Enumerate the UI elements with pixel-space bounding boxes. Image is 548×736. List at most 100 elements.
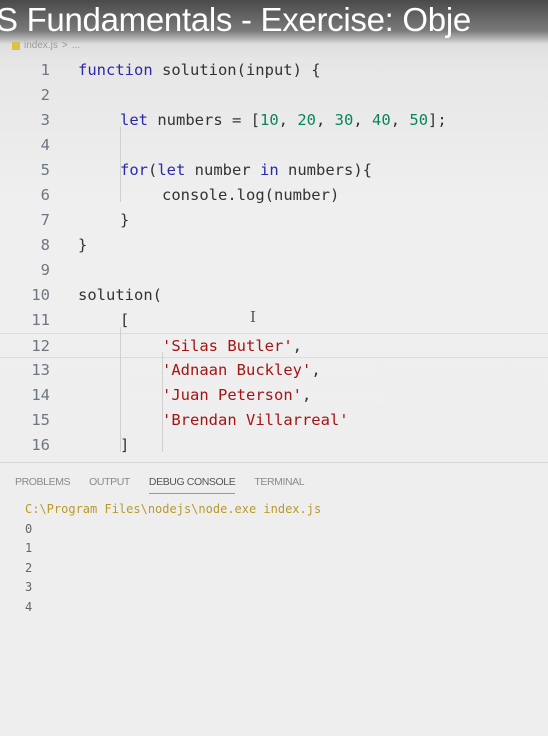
code-token-pl: , xyxy=(311,361,321,379)
code-editor[interactable]: 1 function solution(input) { 2 3 let numbers… xyxy=(0,58,548,458)
code-line[interactable]: 3 let numbers = [10, 20, 30, 40, 50]; xyxy=(0,108,548,133)
code-token-pl: console.log(number) xyxy=(162,186,340,204)
code-text: for(let number in numbers){ xyxy=(120,158,372,183)
tab-problems[interactable]: PROBLEMS xyxy=(15,476,71,494)
code-token-kw: let xyxy=(157,161,186,179)
code-token-pl: , xyxy=(278,111,298,129)
video-title-bar: S Fundamentals - Exercise: Obje xyxy=(0,0,548,44)
code-line[interactable]: 5 for(let number in numbers){ xyxy=(0,158,548,183)
line-number: 15 xyxy=(31,411,50,429)
video-title: S Fundamentals - Exercise: Obje xyxy=(0,1,471,38)
code-token-pl: } xyxy=(120,211,130,229)
code-token-kw: function xyxy=(78,61,153,79)
code-token-pl: numbers = [ xyxy=(148,111,260,129)
code-token-str: 'Brendan Villarreal' xyxy=(162,411,349,429)
code-text: [ xyxy=(120,308,129,333)
console-output-line: 2 xyxy=(25,560,33,575)
code-line[interactable]: 14 'Juan Peterson', xyxy=(0,383,548,408)
line-number: 2 xyxy=(40,86,50,104)
line-number: 6 xyxy=(40,186,50,204)
breadcrumb[interactable]: index.js > ... xyxy=(12,40,80,51)
code-token-pl: ]; xyxy=(428,111,447,129)
line-number: 12 xyxy=(31,337,50,355)
code-line[interactable]: 13 'Adnaan Buckley', xyxy=(0,358,548,383)
code-token-pl: solution(input) { xyxy=(152,61,321,79)
console-output-line: 0 xyxy=(25,521,33,536)
panel-tabs: PROBLEMS OUTPUT DEBUG CONSOLE TERMINAL xyxy=(15,476,305,494)
code-text: 'Juan Peterson', xyxy=(162,383,311,408)
console-output-line: 3 xyxy=(25,580,33,594)
code-text: } xyxy=(120,208,129,233)
indent-guide xyxy=(162,352,163,452)
line-number: 7 xyxy=(40,211,50,229)
code-line[interactable]: 9 xyxy=(0,258,548,283)
code-token-pl: } xyxy=(78,236,88,254)
text-cursor-icon: I xyxy=(250,308,256,326)
breadcrumb-file[interactable]: index.js xyxy=(24,40,58,51)
tab-terminal[interactable]: TERMINAL xyxy=(254,476,304,494)
code-text: let numbers = [10, 20, 30, 40, 50]; xyxy=(120,108,447,133)
line-number: 1 xyxy=(40,61,50,79)
code-token-num: 20 xyxy=(297,111,316,129)
code-text: console.log(number) xyxy=(162,183,339,208)
line-number: 13 xyxy=(31,361,50,379)
line-number: 16 xyxy=(31,436,50,454)
code-token-pl: , xyxy=(316,111,335,129)
line-number: 14 xyxy=(31,386,50,404)
code-line[interactable]: 8} xyxy=(0,233,548,258)
code-text: 'Adnaan Buckley', xyxy=(162,358,321,383)
line-number: 10 xyxy=(31,286,50,304)
line-number: 8 xyxy=(40,236,50,254)
code-token-pl: ( xyxy=(148,161,158,179)
code-text: function solution(input) { xyxy=(78,58,321,83)
debug-console: C:\Program Files\nodejs\node.exe index.j… xyxy=(25,500,321,617)
code-text: 'Brendan Villarreal' xyxy=(162,408,349,433)
code-token-kw: in xyxy=(260,161,279,179)
code-line[interactable]: 12 'Silas Butler', xyxy=(0,333,548,358)
tab-output[interactable]: OUTPUT xyxy=(89,476,130,494)
code-token-num: 10 xyxy=(259,111,279,129)
code-line[interactable]: 4 xyxy=(0,133,548,158)
console-command: C:\Program Files\nodejs\node.exe index.j… xyxy=(25,502,322,516)
code-token-pl: , xyxy=(301,386,312,404)
code-line[interactable]: 10 solution( xyxy=(0,283,548,308)
console-output-line: 1 xyxy=(25,541,33,555)
tab-debug-console[interactable]: DEBUG CONSOLE xyxy=(148,476,236,494)
code-token-pl: solution( xyxy=(78,286,162,304)
code-line[interactable]: 2 xyxy=(0,83,548,108)
code-token-str: 'Adnaan Buckley' xyxy=(162,361,312,379)
code-token-pl: ] xyxy=(120,436,130,454)
code-token-kw: let xyxy=(120,111,148,129)
code-line[interactable]: 7} xyxy=(0,208,548,233)
code-line[interactable]: 6 console.log(number) xyxy=(0,183,548,208)
line-number: 11 xyxy=(31,311,50,329)
code-token-str: 'Juan Peterson' xyxy=(162,386,302,404)
code-token-pl: [ xyxy=(120,311,130,329)
code-line[interactable]: 15 'Brendan Villarreal' xyxy=(0,408,548,433)
js-file-icon xyxy=(12,41,20,50)
code-token-num: 30 xyxy=(334,111,354,129)
code-token-pl: , xyxy=(353,111,373,129)
breadcrumb-rest[interactable]: ... xyxy=(72,40,80,51)
code-token-kw: for xyxy=(120,161,148,179)
code-line[interactable]: 16] xyxy=(0,433,548,458)
indent-guide xyxy=(120,127,121,202)
code-token-num: 50 xyxy=(409,111,429,129)
indent-guide xyxy=(120,327,121,452)
code-line[interactable]: 11 [ xyxy=(0,308,548,333)
code-token-num: 40 xyxy=(372,111,391,129)
code-token-pl: number xyxy=(185,161,260,179)
console-output-line: 4 xyxy=(25,599,33,614)
code-text: } xyxy=(78,233,87,258)
code-token-pl: , xyxy=(292,337,302,355)
code-token-pl: numbers){ xyxy=(278,161,372,179)
code-text: 'Silas Butler', xyxy=(162,334,302,359)
code-line[interactable]: 1 function solution(input) { xyxy=(0,58,548,83)
panel-divider[interactable] xyxy=(0,462,548,463)
code-token-str: 'Silas Butler' xyxy=(162,337,293,355)
breadcrumb-separator: > xyxy=(61,40,68,51)
code-token-pl: , xyxy=(390,111,410,129)
line-number: 9 xyxy=(40,261,50,279)
code-text: solution( xyxy=(78,283,162,308)
code-text: ] xyxy=(120,433,129,458)
